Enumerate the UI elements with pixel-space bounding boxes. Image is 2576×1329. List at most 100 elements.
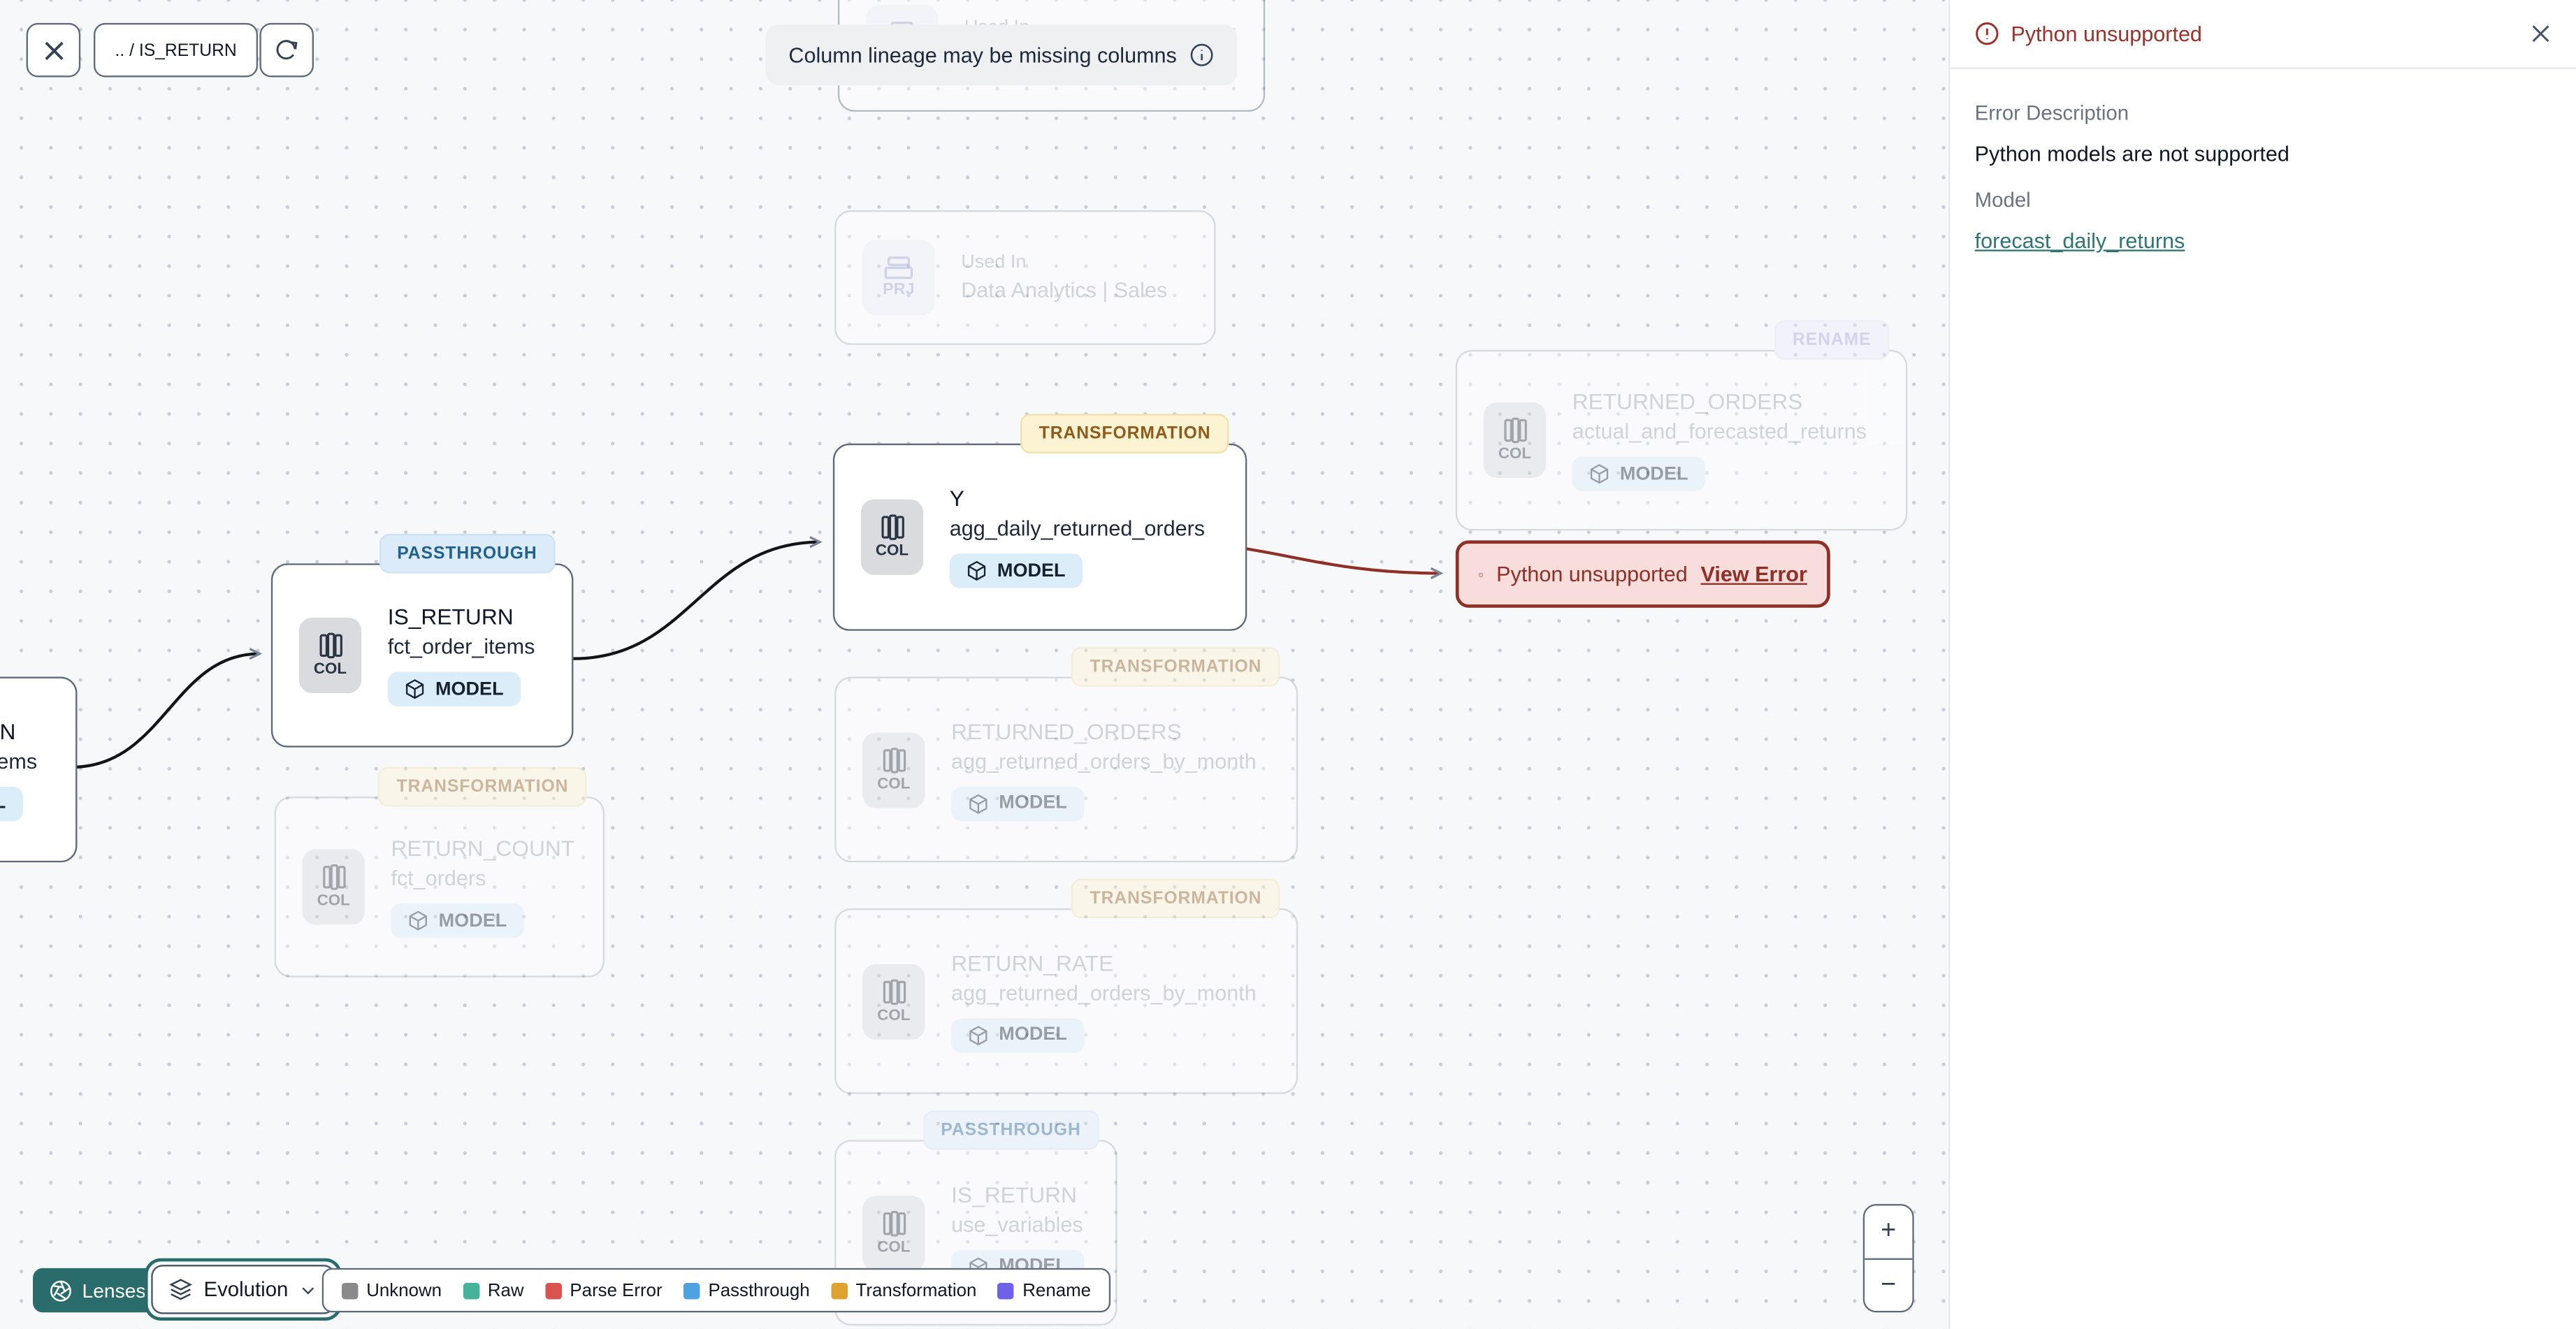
legend-swatch: [998, 1281, 1015, 1299]
info-icon[interactable]: [1190, 43, 1215, 67]
legend-item: Unknown: [341, 1280, 442, 1300]
column-icon-label: COL: [877, 1005, 911, 1024]
edge-left-to-passthrough: [75, 648, 263, 769]
node-offscreen-left[interactable]: PASSTHROUGH COL IS_RETURN fct_order_item…: [0, 676, 78, 863]
refresh-button[interactable]: [259, 22, 314, 78]
breadcrumb[interactable]: .. / IS_RETURN: [93, 22, 259, 78]
model-link[interactable]: forecast_daily_returns: [1975, 228, 2185, 253]
error-detail-panel: Python unsupported Error Description Pyt…: [1948, 0, 2576, 1329]
node-title: RETURN_COUNT: [391, 836, 575, 861]
node-return-rate[interactable]: TRANSFORMATION COL RETURN_RATE agg_retur…: [834, 878, 1298, 1094]
legend-item: Rename: [998, 1280, 1091, 1300]
node-title: RETURNED_ORDERS: [1572, 389, 1803, 414]
lens-dropdown-value: Evolution: [203, 1277, 289, 1301]
toast-message: Column lineage may be missing columns: [788, 43, 1177, 68]
breadcrumb-label: .. / IS_RETURN: [115, 40, 237, 60]
model-chip: MODEL: [1572, 456, 1705, 491]
node-returned-orders-by-month[interactable]: TRANSFORMATION COL RETURNED_ORDERS agg_r…: [834, 647, 1298, 863]
lineage-app: PRJ Used In Data Analytics | Marketing P…: [0, 0, 2576, 1329]
column-icon: COL: [1483, 402, 1547, 479]
lenses-button[interactable]: Lenses: [33, 1268, 163, 1313]
node-title: Used In: [961, 253, 1027, 273]
transformation-badge: TRANSFORMATION: [1071, 647, 1280, 687]
view-error-link[interactable]: View Error: [1701, 562, 1807, 586]
legend-swatch: [545, 1281, 562, 1299]
model-chip-label: MODEL: [438, 910, 507, 931]
aperture-icon: [50, 1279, 71, 1301]
column-icon: COL: [302, 849, 365, 925]
lens-dropdown[interactable]: Evolution: [151, 1265, 336, 1314]
node-title: IS_RETURN: [0, 718, 16, 743]
lenses-label: Lenses: [82, 1279, 146, 1302]
zoom-in-button[interactable]: +: [1865, 1205, 1913, 1258]
column-icon: COL: [862, 1195, 925, 1271]
node-agg-daily-returned-orders[interactable]: TRANSFORMATION COL Y agg_daily_returned_…: [832, 414, 1247, 631]
lineage-warning-toast: Column lineage may be missing columns: [765, 24, 1238, 86]
node-actual-and-forecasted-returns[interactable]: RENAME COL RETURNED_ORDERS actual_and_fo…: [1455, 320, 1908, 531]
model-chip: MODEL: [949, 553, 1083, 588]
close-lineage-button[interactable]: [26, 22, 81, 78]
panel-close-button[interactable]: [2530, 23, 2552, 45]
project-icon-label: PRJ: [883, 280, 915, 299]
node-subtitle: agg_returned_orders_by_month: [951, 980, 1257, 1005]
node-fct-order-items[interactable]: PASSTHROUGH COL IS_RETURN fct_order_item…: [270, 534, 574, 748]
lineage-canvas[interactable]: PRJ Used In Data Analytics | Marketing P…: [0, 0, 1949, 1329]
alert-circle-icon: [1478, 572, 1484, 576]
legend-item: Raw: [463, 1280, 524, 1300]
node-subtitle: use_variables: [951, 1211, 1083, 1236]
model-chip-label: MODEL: [0, 793, 6, 813]
legend-item: Transformation: [831, 1280, 976, 1300]
legend-label: Transformation: [855, 1280, 977, 1300]
legend-item: Parse Error: [545, 1280, 663, 1300]
node-return-count[interactable]: TRANSFORMATION COL RETURN_COUNT fct_orde…: [274, 767, 605, 978]
column-icon: COL: [862, 963, 925, 1039]
column-icon-label: COL: [1498, 445, 1532, 463]
model-chip-label: MODEL: [435, 679, 504, 699]
legend-swatch: [463, 1281, 480, 1299]
close-icon: [44, 41, 63, 59]
legend-label: Parse Error: [570, 1280, 663, 1300]
node-title: RETURN_RATE: [951, 950, 1114, 975]
column-icon: COL: [860, 499, 924, 575]
transformation-badge: TRANSFORMATION: [1071, 878, 1280, 919]
rename-badge: RENAME: [1774, 320, 1890, 360]
node-subtitle: Data Analytics | Sales: [961, 277, 1168, 303]
node-title: RETURNED_ORDERS: [951, 718, 1182, 743]
zoom-out-button[interactable]: −: [1865, 1258, 1913, 1311]
panel-title-row: Python unsupported: [1975, 22, 2202, 46]
edge-passthrough-to-center: [573, 536, 823, 660]
transformation-badge: TRANSFORMATION: [378, 767, 587, 807]
model-chip-label: MODEL: [997, 560, 1066, 581]
alert-circle-icon: [1976, 22, 1999, 45]
model-chip: MODEL: [391, 903, 523, 938]
node-subtitle: fct_order_items: [387, 634, 535, 659]
close-icon: [2532, 25, 2549, 43]
node-title: Y: [949, 486, 964, 511]
model-chip: MODEL: [951, 785, 1084, 821]
node-used-in-sales[interactable]: PRJ Used In Data Analytics | Sales: [834, 210, 1216, 345]
column-icon-label: COL: [877, 1237, 911, 1256]
column-icon: COL: [862, 732, 925, 808]
node-title: IS_RETURN: [951, 1182, 1077, 1207]
legend-label: Raw: [487, 1280, 524, 1300]
model-chip: MODEL: [387, 671, 521, 706]
panel-header: Python unsupported: [1950, 0, 2576, 69]
legend-label: Unknown: [366, 1280, 442, 1300]
column-icon: COL: [298, 617, 362, 694]
model-chip: MODEL: [0, 785, 22, 821]
transformation-badge: TRANSFORMATION: [1020, 414, 1229, 453]
model-chip-label: MODEL: [999, 793, 1067, 813]
passthrough-badge: PASSTHROUGH: [379, 534, 556, 574]
error-node-label: Python unsupported: [1496, 561, 1688, 587]
column-icon-label: COL: [317, 892, 350, 910]
node-subtitle: fct_orders: [391, 865, 486, 891]
node-subtitle: agg_returned_orders_by_month: [951, 748, 1257, 774]
node-python-unsupported-error[interactable]: Python unsupported View Error: [1455, 540, 1830, 608]
column-icon-label: COL: [877, 774, 911, 793]
panel-title: Python unsupported: [2011, 21, 2202, 46]
error-description-value: Python models are not supported: [1974, 141, 2289, 166]
refresh-icon: [276, 40, 298, 60]
zoom-controls: + −: [1862, 1204, 1914, 1313]
model-chip-label: MODEL: [999, 1024, 1067, 1045]
layers-icon: [169, 1279, 193, 1300]
